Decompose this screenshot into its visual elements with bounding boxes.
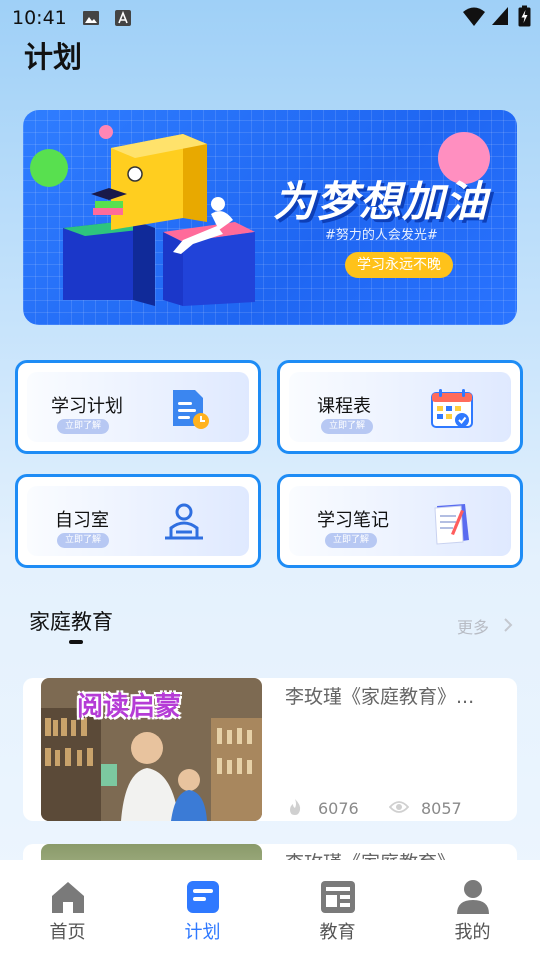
card-study-room-body: 自习室 立即了解 bbox=[27, 486, 249, 556]
tab-label: 首页 bbox=[49, 922, 86, 943]
status-time: 10:41 bbox=[12, 7, 67, 29]
view-count: 8057 bbox=[421, 799, 462, 818]
bottom-tab-bar: 首页 计划 教育 我的 bbox=[0, 860, 540, 960]
flame-icon bbox=[290, 799, 301, 815]
wifi-icon bbox=[463, 7, 485, 26]
tab-plan[interactable]: 计划 bbox=[135, 860, 270, 960]
banner-subtitle: #努力的人会发光# bbox=[325, 228, 438, 243]
learn-more-tag[interactable]: 立即了解 bbox=[325, 533, 377, 548]
signal-icon bbox=[492, 7, 508, 25]
battery-charging-icon bbox=[518, 5, 531, 27]
card-label: 学习笔记 bbox=[317, 510, 389, 531]
person-reading-icon bbox=[165, 503, 203, 540]
card-study-notes-body: 学习笔记 立即了解 bbox=[289, 486, 511, 556]
card-label: 学习计划 bbox=[51, 396, 123, 417]
card-study-room[interactable]: 自习室 立即了解 bbox=[15, 474, 261, 568]
card-study-plan-body: 学习计划 立即了解 bbox=[27, 372, 249, 442]
document-clock-icon bbox=[173, 390, 209, 429]
card-course-schedule-body: 课程表 立即了解 bbox=[289, 372, 511, 442]
page-title: 计划 bbox=[24, 40, 83, 74]
profile-icon bbox=[457, 880, 489, 914]
promo-banner[interactable]: 为梦想加油 #努力的人会发光# 学习永远不晚 bbox=[23, 110, 517, 325]
tab-education[interactable]: 教育 bbox=[270, 860, 405, 960]
tab-home[interactable]: 首页 bbox=[0, 860, 135, 960]
home-icon bbox=[52, 882, 84, 913]
font-notification-icon bbox=[115, 10, 131, 26]
plan-icon bbox=[187, 881, 219, 913]
news-icon bbox=[321, 881, 355, 913]
section-title: 家庭教育 bbox=[29, 610, 113, 634]
tab-label: 我的 bbox=[454, 922, 491, 943]
calendar-check-icon bbox=[431, 389, 473, 428]
thumbnail-caption: 阅读启蒙 bbox=[77, 692, 182, 722]
image-notification-icon bbox=[83, 11, 99, 25]
article-card[interactable]: 阅读启蒙 李玫瑾《家庭教育》... 6076 8057 bbox=[23, 678, 517, 821]
learn-more-tag[interactable]: 立即了解 bbox=[57, 419, 109, 434]
tab-label: 计划 bbox=[184, 922, 221, 943]
banner-button[interactable]: 学习永远不晚 bbox=[345, 252, 453, 278]
card-label: 课程表 bbox=[317, 396, 371, 417]
section-underline bbox=[69, 640, 83, 644]
tab-profile[interactable]: 我的 bbox=[405, 860, 540, 960]
learn-more-tag[interactable]: 立即了解 bbox=[57, 533, 109, 548]
notebook-pen-icon bbox=[434, 504, 469, 545]
eye-icon bbox=[389, 801, 409, 813]
card-label: 自习室 bbox=[55, 510, 109, 531]
like-count: 6076 bbox=[318, 799, 359, 818]
banner-headline: 为梦想加油 bbox=[273, 177, 489, 226]
more-link[interactable]: 更多 bbox=[457, 614, 489, 638]
article-thumbnail: 阅读启蒙 bbox=[41, 678, 262, 821]
card-study-plan[interactable]: 学习计划 立即了解 bbox=[15, 360, 261, 454]
card-study-notes[interactable]: 学习笔记 立即了解 bbox=[277, 474, 523, 568]
article-title: 李玫瑾《家庭教育》... bbox=[285, 686, 475, 708]
tab-label: 教育 bbox=[319, 922, 356, 943]
status-bar: 10:41 bbox=[0, 0, 540, 36]
learn-more-tag[interactable]: 立即了解 bbox=[321, 419, 373, 434]
chevron-right-icon[interactable] bbox=[503, 617, 513, 633]
card-course-schedule[interactable]: 课程表 立即了解 bbox=[277, 360, 523, 454]
